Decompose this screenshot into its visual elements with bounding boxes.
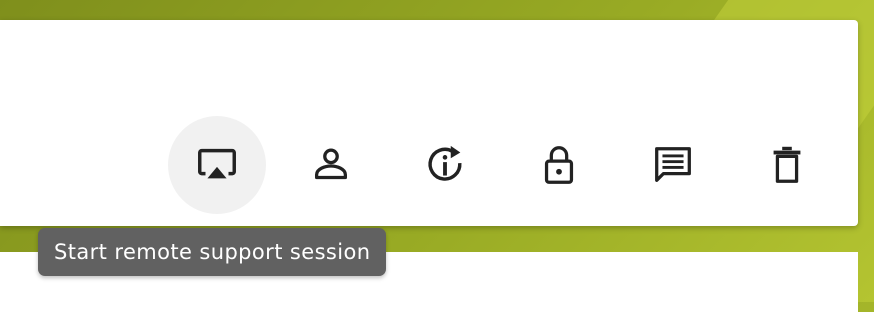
tooltip: Start remote support session bbox=[38, 228, 387, 276]
chat-button[interactable] bbox=[624, 116, 722, 214]
info-refresh-button[interactable] bbox=[396, 116, 494, 214]
airplay-icon bbox=[198, 148, 236, 179]
lock-button[interactable] bbox=[510, 116, 608, 214]
device-card bbox=[0, 20, 858, 226]
lock-icon bbox=[544, 146, 574, 184]
person-icon bbox=[314, 148, 348, 180]
device-actions-toolbar bbox=[168, 116, 836, 214]
message-icon bbox=[655, 147, 691, 182]
info-refresh-icon bbox=[428, 145, 462, 181]
delete-button[interactable] bbox=[738, 116, 836, 214]
remote-support-button[interactable] bbox=[168, 116, 266, 214]
user-button[interactable] bbox=[282, 116, 380, 214]
trash-icon bbox=[773, 146, 801, 183]
